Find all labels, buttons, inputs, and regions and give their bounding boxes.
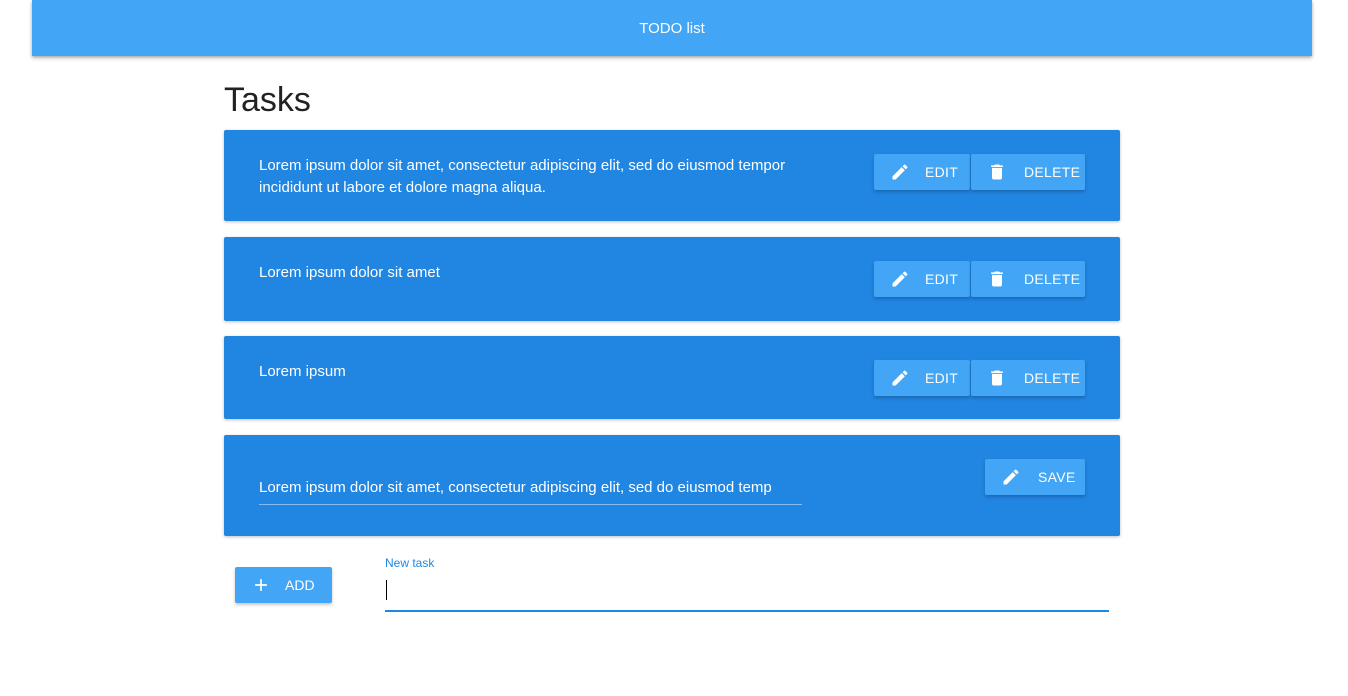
task-text: Lorem ipsum dolor sit amet — [259, 264, 440, 281]
trash-icon — [987, 162, 1007, 182]
save-button-label: SAVE — [1038, 469, 1076, 485]
app-title: TODO list — [639, 19, 705, 37]
app-bar: TODO list — [32, 0, 1312, 56]
delete-button-label: DELETE — [1024, 271, 1081, 287]
edit-button[interactable]: EDIT — [874, 154, 970, 190]
task-card: Lorem ipsum dolor sit amet, consectetur … — [224, 130, 1120, 221]
pencil-icon — [1001, 467, 1021, 487]
task-card: Lorem ipsum EDIT DELETE — [224, 336, 1120, 419]
edit-button[interactable]: EDIT — [874, 360, 970, 396]
delete-button-label: DELETE — [1024, 164, 1081, 180]
pencil-icon — [890, 162, 910, 182]
pencil-icon — [890, 269, 910, 289]
task-card: Lorem ipsum dolor sit amet EDIT DELETE — [224, 237, 1120, 321]
delete-button[interactable]: DELETE — [971, 261, 1085, 297]
trash-icon — [987, 269, 1007, 289]
edit-button-label: EDIT — [925, 271, 959, 287]
task-edit-input[interactable] — [259, 471, 802, 505]
add-button-label: ADD — [285, 577, 315, 593]
text-cursor — [386, 580, 387, 600]
new-task-field-label: New task — [385, 556, 435, 570]
save-button[interactable]: SAVE — [985, 459, 1085, 495]
edit-button[interactable]: EDIT — [874, 261, 970, 297]
task-text: Lorem ipsum — [259, 363, 346, 380]
task-text: Lorem ipsum dolor sit amet, consectetur … — [259, 157, 786, 196]
page-title: Tasks — [224, 81, 311, 119]
new-task-input[interactable] — [385, 574, 1109, 612]
delete-button[interactable]: DELETE — [971, 154, 1085, 190]
edit-button-label: EDIT — [925, 164, 959, 180]
add-task-button[interactable]: ADD — [235, 567, 332, 603]
delete-button[interactable]: DELETE — [971, 360, 1085, 396]
pencil-icon — [890, 368, 910, 388]
task-card-editing: SAVE — [224, 435, 1120, 536]
trash-icon — [987, 368, 1007, 388]
delete-button-label: DELETE — [1024, 370, 1081, 386]
edit-button-label: EDIT — [925, 370, 959, 386]
plus-icon — [251, 575, 271, 595]
